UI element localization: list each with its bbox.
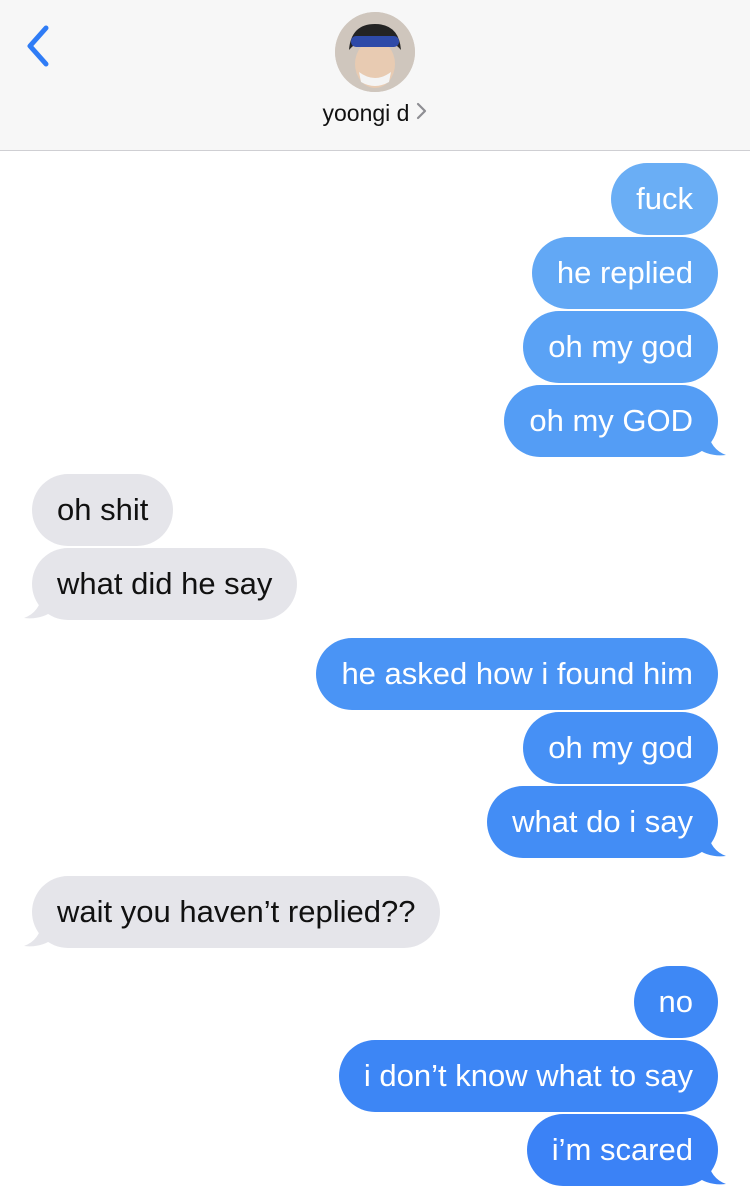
bubble-tail: [24, 594, 54, 619]
message-bubble-sent[interactable]: oh my god: [523, 311, 718, 383]
message-bubble-sent[interactable]: oh my god: [523, 712, 718, 784]
message-bubble-sent[interactable]: i’m scared: [526, 1114, 718, 1186]
bubble-tail: [696, 431, 726, 456]
bubble-tail: [696, 1160, 726, 1185]
message-text: wait you haven’t replied??: [57, 894, 416, 929]
message-bubble-sent[interactable]: he asked how i found him: [316, 638, 718, 710]
back-button[interactable]: [16, 18, 64, 74]
message-bubble-sent[interactable]: fuck: [611, 163, 718, 235]
message-text: i don’t know what to say: [363, 1058, 693, 1093]
contact-avatar[interactable]: [335, 12, 415, 92]
bubble-tail: [24, 922, 54, 947]
message-bubble-sent[interactable]: what do i say: [487, 786, 718, 858]
chevron-left-icon: [27, 25, 49, 67]
message-text: what do i say: [512, 804, 693, 839]
message-text: oh shit: [57, 492, 149, 527]
message-bubble-sent[interactable]: oh my GOD: [504, 385, 718, 457]
message-text: he replied: [556, 255, 693, 290]
message-text: no: [658, 984, 693, 1019]
conversation-header: yoongi d: [0, 0, 750, 151]
message-text: i’m scared: [551, 1132, 693, 1167]
message-text: oh my god: [548, 730, 693, 765]
chevron-right-icon: [415, 99, 427, 126]
contact-name: yoongi d: [322, 100, 410, 126]
message-text: he asked how i found him: [341, 656, 693, 691]
message-bubble-received[interactable]: oh shit: [32, 474, 174, 546]
message-bubble-received[interactable]: what did he say: [32, 548, 298, 620]
message-bubble-sent[interactable]: no: [633, 966, 718, 1038]
contact-name-button[interactable]: yoongi d: [0, 100, 750, 127]
message-text: oh my GOD: [529, 403, 693, 438]
message-bubble-received[interactable]: wait you haven’t replied??: [32, 876, 441, 948]
message-bubble-sent[interactable]: i don’t know what to say: [338, 1040, 718, 1112]
message-text: fuck: [636, 181, 693, 216]
message-bubble-sent[interactable]: he replied: [531, 237, 718, 309]
bubble-tail: [696, 832, 726, 857]
message-text: oh my god: [548, 329, 693, 364]
message-text: what did he say: [57, 566, 273, 601]
